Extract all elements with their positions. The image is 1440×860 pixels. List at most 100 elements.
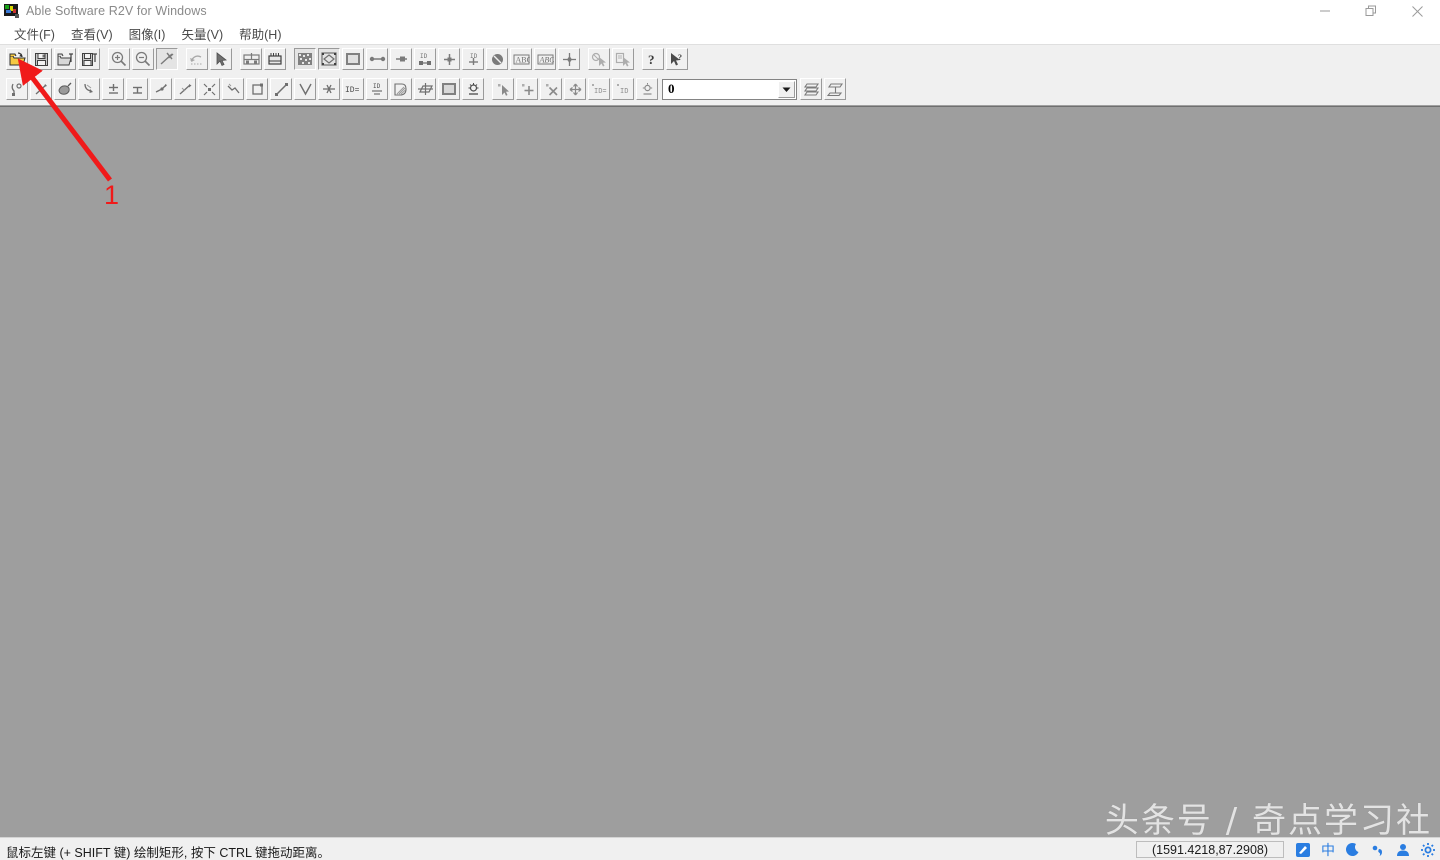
toolbar-separator — [485, 78, 491, 100]
paint-region-icon-button[interactable] — [54, 78, 76, 100]
ime-pen-icon[interactable] — [1295, 842, 1311, 858]
point-highlight-icon-button[interactable] — [636, 78, 658, 100]
ime-moon-icon[interactable] — [1345, 842, 1361, 858]
point-add-icon-button[interactable] — [516, 78, 538, 100]
text-abc-icon-button[interactable]: ABC — [534, 48, 556, 70]
svg-text:ID: ID — [620, 88, 628, 96]
annotation-number-1: 1 — [104, 180, 120, 210]
svg-text:ID=: ID= — [594, 88, 607, 96]
id-assign-icon-button[interactable]: ID — [414, 48, 436, 70]
title-bar: Able Software R2V for Windows — [0, 0, 1440, 22]
toolbar-secondary: ID= ID ID= ID 0 — [0, 73, 1440, 106]
region-vectorize-icon-button[interactable] — [318, 48, 340, 70]
pointer-select-icon-button[interactable] — [210, 48, 232, 70]
ime-comma-icon[interactable] — [1370, 842, 1386, 858]
undo-icon-button[interactable] — [186, 48, 208, 70]
text-abc-box-icon-button[interactable]: ABC — [510, 48, 532, 70]
layer-props-icon-button[interactable] — [824, 78, 846, 100]
highlight-layer-icon-button[interactable] — [462, 78, 484, 100]
line-trim-icon-button[interactable] — [390, 48, 412, 70]
menu-image[interactable]: 图像(I) — [121, 22, 174, 45]
control-point-icon-button[interactable] — [558, 48, 580, 70]
status-bar: 鼠标左键 (+ SHIFT 键) 绘制矩形, 按下 CTRL 键拖动距离。 (1… — [0, 837, 1440, 860]
svg-text:ID=: ID= — [345, 86, 360, 95]
image-preprocess-icon-button[interactable] — [240, 48, 262, 70]
split-line-icon-button[interactable] — [30, 78, 52, 100]
svg-text:ABC: ABC — [515, 55, 530, 64]
ime-settings-icon[interactable] — [1420, 842, 1436, 858]
point-select-icon-button[interactable] — [492, 78, 514, 100]
id-equals-icon-button[interactable]: ID= — [342, 78, 364, 100]
toolbar-separator — [581, 48, 587, 70]
svg-text:中: 中 — [1321, 842, 1335, 858]
svg-text:ABC: ABC — [538, 55, 554, 64]
point-id-icon-button[interactable]: ID — [612, 78, 634, 100]
window-controls — [1302, 0, 1440, 22]
svg-text:?: ? — [648, 52, 655, 67]
id-set-icon-button[interactable]: ID — [366, 78, 388, 100]
query-attribute-icon-button[interactable] — [612, 48, 634, 70]
node-add-icon-button[interactable] — [438, 48, 460, 70]
cut-line-icon-button[interactable] — [318, 78, 340, 100]
query-point-icon-button[interactable] — [588, 48, 610, 70]
extend-line-icon-button[interactable] — [174, 78, 196, 100]
canvas-client-area[interactable] — [0, 106, 1440, 837]
watermark-text: 头条号 / 奇点学习社 — [1104, 801, 1432, 841]
image-enhance-icon-button[interactable] — [264, 48, 286, 70]
layer-id-combobox[interactable]: 0 — [662, 78, 797, 100]
open-vector-icon-button[interactable] — [54, 48, 76, 70]
point-id-equals-icon-button[interactable]: ID= — [588, 78, 610, 100]
open-folder-icon-button[interactable] — [6, 48, 28, 70]
close-button[interactable] — [1394, 0, 1440, 22]
layer-id-value: 0 — [668, 81, 675, 96]
zoom-full-icon-button[interactable] — [156, 48, 178, 70]
menu-file[interactable]: 文件(F) — [6, 22, 63, 45]
chevron-down-icon[interactable] — [778, 80, 795, 98]
add-node-icon-button[interactable] — [102, 78, 124, 100]
zoom-out-icon-button[interactable] — [132, 48, 154, 70]
svg-text:ID: ID — [373, 83, 381, 90]
toolbar-separator — [635, 48, 641, 70]
point-move-icon-button[interactable] — [564, 78, 586, 100]
layer-list-icon-button[interactable] — [800, 78, 822, 100]
remove-node-icon-button[interactable] — [126, 78, 148, 100]
toolbar-separator — [287, 48, 293, 70]
fill-region-icon-button[interactable] — [438, 78, 460, 100]
menu-bar: 文件(F) 查看(V) 图像(I) 矢量(V) 帮助(H) — [0, 22, 1440, 44]
hatch-region-icon-button[interactable] — [390, 78, 412, 100]
window-title: Able Software R2V for Windows — [26, 4, 207, 18]
point-delete-icon-button[interactable] — [540, 78, 562, 100]
minimize-button[interactable] — [1302, 0, 1348, 22]
ime-chinese-icon[interactable]: 中 — [1320, 842, 1336, 858]
ime-user-icon[interactable] — [1395, 842, 1411, 858]
draw-polyline-icon-button[interactable] — [294, 78, 316, 100]
system-tray: 中 — [1295, 840, 1436, 859]
delete-node-icon-button[interactable] — [486, 48, 508, 70]
raster-fill-icon-button[interactable] — [342, 48, 364, 70]
restore-button[interactable] — [1348, 0, 1394, 22]
auto-vectorize-icon-button[interactable] — [294, 48, 316, 70]
branch-line-icon-button[interactable] — [78, 78, 100, 100]
save-icon-button[interactable] — [30, 48, 52, 70]
move-node-icon-button[interactable] — [198, 78, 220, 100]
line-segment-icon-button[interactable] — [366, 48, 388, 70]
status-hint-text: 鼠标左键 (+ SHIFT 键) 绘制矩形, 按下 CTRL 键拖动距离。 — [6, 846, 330, 860]
edit-vector-icon-button[interactable] — [6, 78, 28, 100]
menu-help[interactable]: 帮助(H) — [231, 22, 289, 45]
context-help-icon-button[interactable]: ? — [666, 48, 688, 70]
cursor-coordinates: (1591.4218,87.2908) — [1136, 841, 1284, 858]
save-vector-icon-button[interactable] — [78, 48, 100, 70]
help-icon-button[interactable]: ? — [642, 48, 664, 70]
menu-vector[interactable]: 矢量(V) — [173, 22, 231, 45]
join-lines-icon-button[interactable] — [150, 78, 172, 100]
transform-icon-button[interactable] — [414, 78, 436, 100]
zoom-in-icon-button[interactable] — [108, 48, 130, 70]
draw-line-icon-button[interactable] — [270, 78, 292, 100]
close-polygon-icon-button[interactable] — [246, 78, 268, 100]
toolbar-separator — [233, 48, 239, 70]
smooth-line-icon-button[interactable] — [222, 78, 244, 100]
svg-text:ID: ID — [420, 53, 428, 60]
node-id-icon-button[interactable]: ID — [462, 48, 484, 70]
menu-view[interactable]: 查看(V) — [63, 22, 121, 45]
toolbar-primary: ID ID ABC ABC ? ? — [0, 44, 1440, 73]
